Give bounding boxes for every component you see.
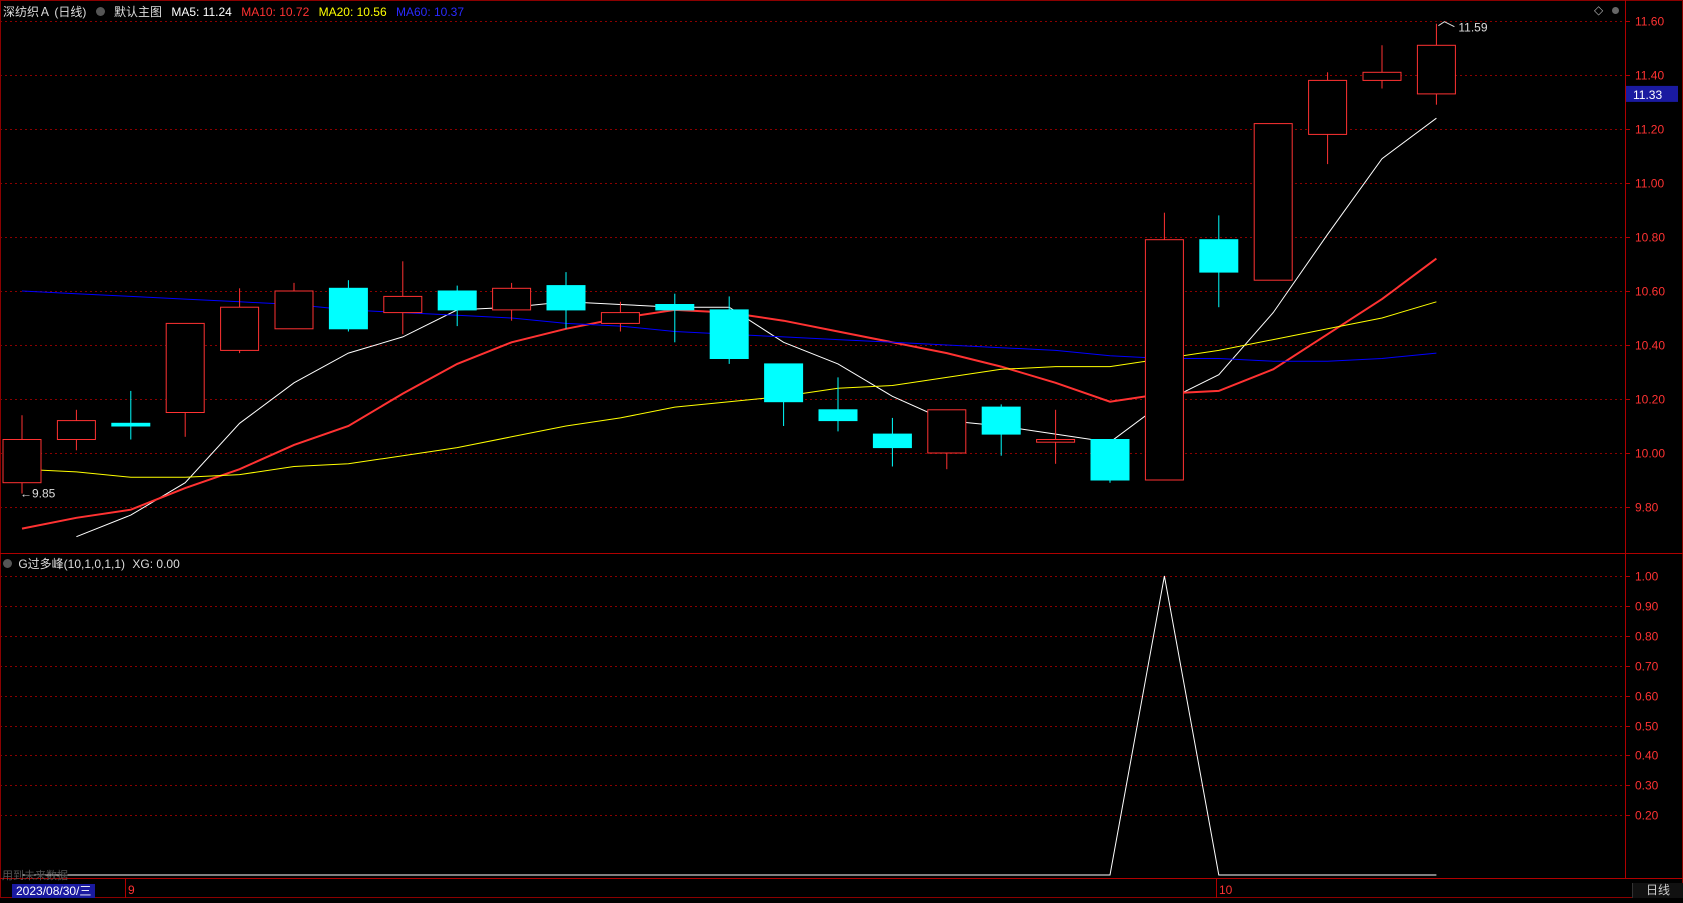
candle-body	[655, 304, 695, 311]
candle	[927, 409, 967, 470]
month-marker-9: 9	[128, 883, 135, 897]
date-label: 2023/08/30/三	[12, 884, 96, 898]
candle-body	[56, 420, 96, 441]
candle	[56, 409, 96, 451]
settings-circle-icon[interactable]	[95, 7, 105, 17]
candle	[437, 285, 477, 327]
candle-body	[1199, 239, 1239, 273]
ma10-label: MA10: 10.72	[241, 5, 310, 19]
candle-body	[220, 306, 260, 351]
xg-label: XG: 0.00	[132, 557, 180, 571]
candle	[492, 282, 532, 321]
candle	[981, 404, 1021, 456]
candle	[818, 377, 858, 432]
stock-name[interactable]: 深纺织Ａ (日线)	[3, 5, 86, 19]
indicator-tick-label: 0.50	[1635, 720, 1659, 734]
price-tick-label: 9.80	[1635, 501, 1659, 515]
diamond-icon[interactable]: ◇	[1594, 3, 1603, 17]
candle	[764, 363, 804, 426]
candle	[274, 282, 314, 330]
candle-body	[1308, 79, 1348, 135]
candle-body	[709, 309, 749, 359]
price-tick-label: 11.60	[1635, 15, 1664, 29]
indicator-tick-label: 0.60	[1635, 690, 1659, 704]
candle	[546, 272, 586, 329]
candle-body	[1144, 239, 1184, 481]
candle	[1308, 72, 1348, 165]
candle-body	[328, 287, 368, 330]
price-tick-label: 10.00	[1635, 447, 1665, 461]
candle-body	[1416, 44, 1456, 95]
candle	[111, 390, 151, 440]
indicator-settings-icon[interactable]	[3, 559, 12, 569]
xg-indicator-line	[22, 575, 1437, 876]
future-data-note: 用到未来数据	[2, 870, 68, 882]
chart-svg: 11.60 11.40 11.20 11.00 10.80 10.60 10.40 10.20…	[0, 0, 1683, 898]
indicator-tick-label: 0.40	[1635, 749, 1659, 763]
candle-body	[818, 409, 858, 422]
period-tab[interactable]: 日线	[1632, 883, 1683, 898]
candle-body	[492, 287, 532, 311]
main-chart-label[interactable]: 默认主图	[114, 5, 162, 19]
candle	[220, 288, 260, 354]
price-tick-label: 11.40	[1635, 69, 1664, 83]
indicator-tick-label: 0.90	[1635, 600, 1659, 614]
ma20-label: MA20: 10.56	[318, 5, 387, 19]
candle	[165, 322, 205, 437]
month-marker-10: 10	[1219, 883, 1233, 897]
candle-body	[1362, 71, 1402, 81]
candle-body	[2, 439, 42, 484]
indicator-tick-label: 0.20	[1635, 809, 1659, 823]
ma5-label: MA5: 11.24	[171, 5, 232, 19]
candle-body	[274, 290, 314, 330]
candle	[1090, 439, 1130, 483]
indicator-tick-label: 0.30	[1635, 779, 1659, 793]
candle-body	[546, 285, 586, 311]
price-tick-label: 11.00	[1635, 177, 1664, 191]
candle	[1036, 409, 1076, 464]
dot-icon[interactable]	[1612, 7, 1619, 14]
candle-body	[600, 312, 640, 324]
price-tick-label: 10.80	[1635, 231, 1665, 245]
candle-body	[872, 433, 912, 449]
candle	[1416, 23, 1456, 105]
candle	[2, 415, 42, 494]
price-tick-label: 10.60	[1635, 285, 1665, 299]
indicator-label[interactable]: G过多峰(10,1,0,1,1)	[18, 557, 125, 571]
candle-body	[1090, 439, 1130, 481]
candle-body	[927, 409, 967, 454]
candle	[709, 296, 749, 364]
candle	[328, 280, 368, 332]
candle	[872, 417, 912, 467]
max-price-annotation: 11.59	[1458, 21, 1487, 35]
candle	[1253, 123, 1293, 281]
min-price-annotation: ←9.85	[20, 487, 56, 501]
candle-body	[111, 422, 151, 427]
indicator-header: G过多峰(10,1,0,1,1) XG: 0.00	[3, 555, 180, 572]
candle-body	[764, 363, 804, 403]
current-price-tag: 11.33	[1633, 88, 1662, 102]
candle	[1144, 212, 1184, 481]
candle	[1199, 215, 1239, 308]
ma60-label: MA60: 10.37	[395, 5, 465, 19]
candle	[383, 261, 423, 335]
candle-body	[165, 322, 205, 413]
candle-body	[1036, 439, 1076, 443]
main-chart-header: 深纺织Ａ (日线) 默认主图 MA5: 11.24 MA10: 10.72 MA…	[3, 3, 470, 20]
indicator-tick-label: 0.70	[1635, 660, 1659, 674]
candle-body	[383, 295, 423, 314]
candle	[1362, 45, 1402, 89]
indicator-tick-label: 0.80	[1635, 630, 1659, 644]
max-arrow-icon	[1438, 21, 1455, 28]
candle-body	[1253, 123, 1293, 281]
candle	[655, 293, 695, 343]
chart-stage: 11.60 11.40 11.20 11.00 10.80 10.60 10.40 10.20…	[0, 0, 1683, 898]
price-tick-label: 10.20	[1635, 393, 1665, 407]
indicator-tick-label: 1.00	[1635, 570, 1659, 584]
outer-frame	[0, 0, 1683, 898]
candle-body	[981, 406, 1021, 435]
candle-body	[437, 290, 477, 311]
price-tick-label: 10.40	[1635, 339, 1665, 353]
price-tick-label: 11.20	[1635, 123, 1664, 137]
